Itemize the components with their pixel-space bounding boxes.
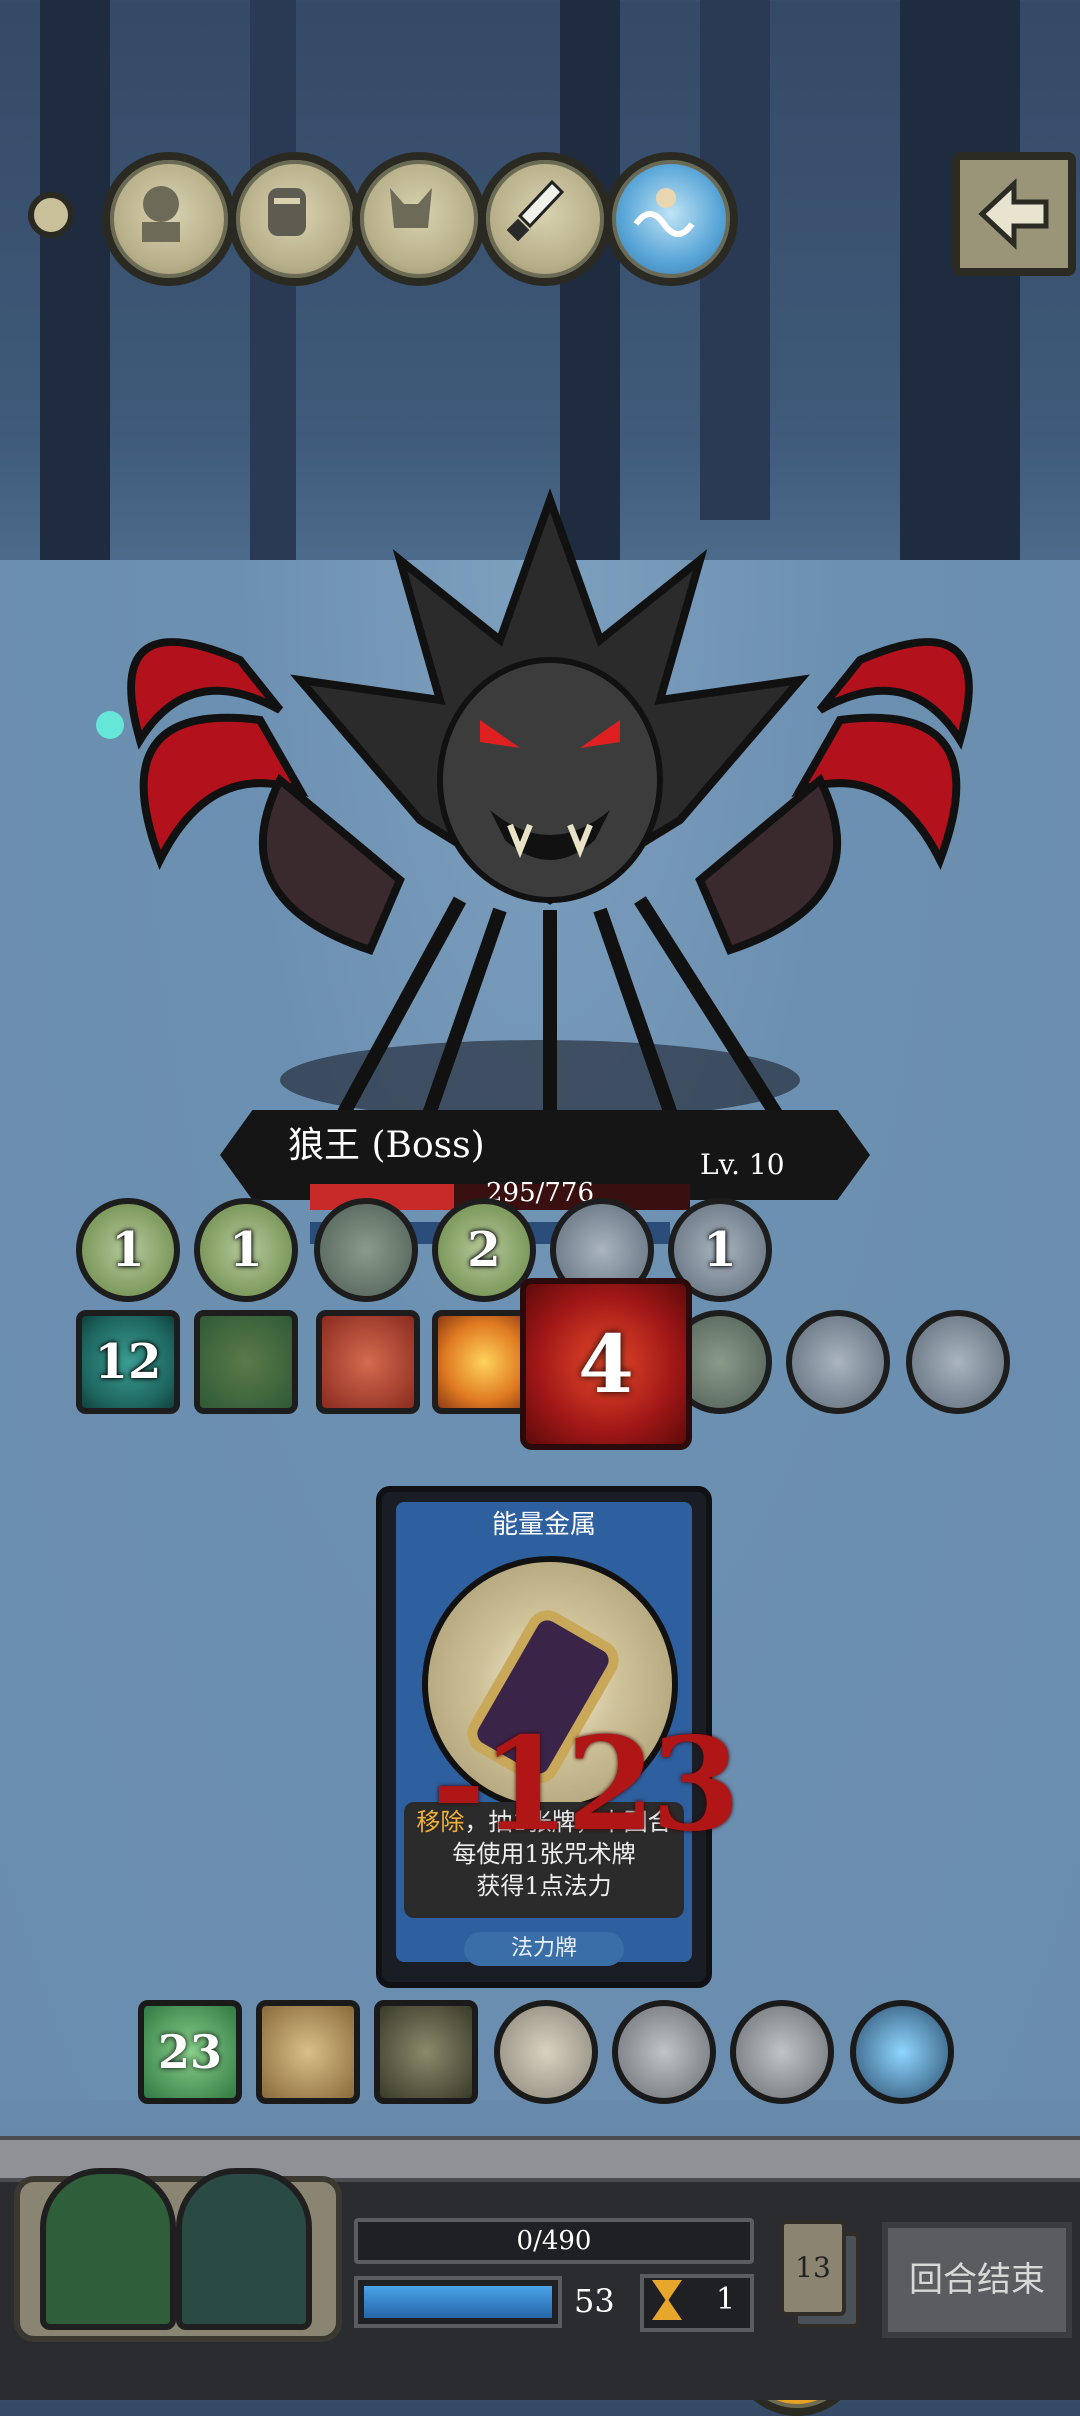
player-buff-cauldron[interactable] — [612, 2000, 716, 2104]
boss-name: 狼王 (Boss) — [288, 1125, 485, 1166]
card-text-line3: 获得1点法力 — [476, 1872, 612, 1900]
status-skull-cauldron[interactable] — [314, 1198, 418, 1302]
deck-pile[interactable]: 13 — [780, 2220, 846, 2316]
relic-wizard-icon[interactable] — [102, 152, 236, 286]
player-buff-cauldron-fire[interactable] — [730, 2000, 834, 2104]
arrow-left-icon — [978, 178, 1049, 250]
player-buff-lightning[interactable] — [850, 2000, 954, 2104]
status-blue-blade-icon[interactable] — [906, 1310, 1010, 1414]
relic-dagger-icon[interactable] — [478, 152, 612, 286]
player-buff-hole[interactable] — [374, 2000, 478, 2104]
status-red-imp-icon[interactable] — [316, 1310, 420, 1414]
relic-water-icon[interactable] — [604, 152, 738, 286]
back-button[interactable] — [952, 152, 1076, 276]
gold-count: 53 — [574, 2282, 615, 2320]
enemy-intent-attack[interactable]: 4 — [520, 1278, 692, 1450]
end-turn-button[interactable]: 回合结束 — [882, 2222, 1072, 2338]
relic-fox-icon[interactable] — [352, 152, 486, 286]
potion-slot-1[interactable] — [40, 2168, 176, 2330]
card-title: 能量金属 — [491, 1510, 596, 1540]
xp-bar: 0/490 — [354, 2218, 754, 2264]
damage-number: -123 — [432, 1710, 740, 1860]
potion-slot-2[interactable] — [176, 2168, 312, 2330]
boss-wolf-king[interactable] — [40, 480, 1060, 1160]
player-buff-dots[interactable] — [256, 2000, 360, 2104]
status-poison-plant[interactable]: 1 — [76, 1198, 180, 1302]
boss-level: Lv. 10 — [700, 1148, 785, 1181]
card-type-badge: 法力牌 — [464, 1932, 624, 1966]
mana-bar — [354, 2276, 562, 2328]
player-buff-scale[interactable] — [494, 2000, 598, 2104]
mana-fill — [364, 2286, 552, 2318]
relic-knight-icon[interactable] — [228, 152, 362, 286]
status-burst-icon[interactable]: 12 — [76, 1310, 180, 1414]
player-buff-green[interactable]: 23 — [138, 2000, 242, 2104]
turn-count: 1 — [716, 2282, 736, 2317]
menu-ring-icon[interactable] — [28, 192, 74, 238]
status-blue-blade-icon[interactable] — [786, 1310, 890, 1414]
status-poison-plant[interactable]: 1 — [194, 1198, 298, 1302]
status-witch-icon[interactable] — [194, 1310, 298, 1414]
